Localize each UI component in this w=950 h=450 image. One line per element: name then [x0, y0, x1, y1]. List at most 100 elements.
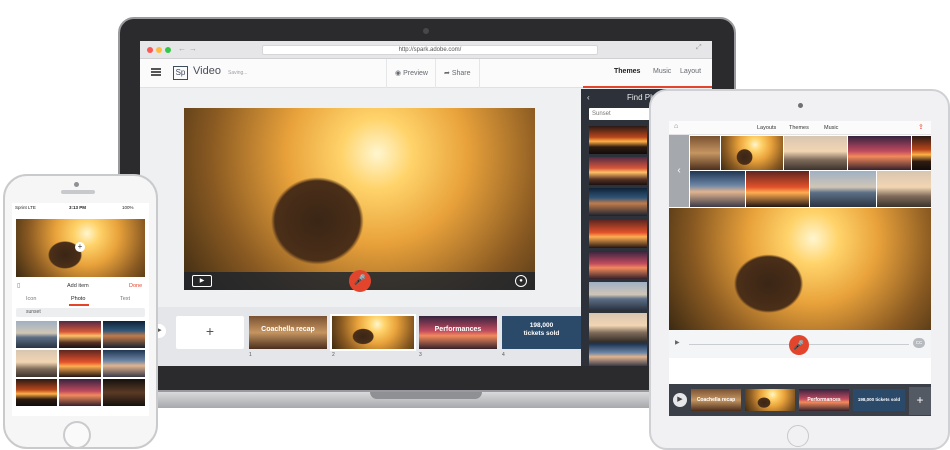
themes-tab[interactable]: Themes — [614, 68, 640, 75]
clock-text: 3:13 PM — [69, 205, 87, 210]
share-icon[interactable]: ⇪ — [918, 123, 924, 131]
add-item-title: Add item — [67, 283, 89, 289]
minimize-dot-icon[interactable] — [156, 47, 162, 53]
home-icon[interactable]: ⌂ — [674, 123, 678, 130]
tab-photo[interactable]: Photo — [71, 296, 85, 302]
slide-label: Performances — [434, 326, 482, 333]
browser-bar: ← → http://spark.adobe.com/ ⤢ — [140, 41, 712, 59]
photo-thumb[interactable] — [589, 126, 647, 154]
video-stage[interactable] — [184, 108, 535, 290]
preview-eye-icon[interactable]: ● — [515, 275, 527, 287]
carrier-text: Sprint LTE — [15, 205, 36, 210]
app-toolbar: Sp Video Saving... ◉ Preview ➦ Share The… — [140, 59, 712, 88]
photo-thumb[interactable] — [690, 171, 745, 207]
photo-thumb[interactable] — [721, 136, 783, 170]
laptop-screen: ← → http://spark.adobe.com/ ⤢ Sp Video S… — [140, 41, 712, 366]
preview-label: Preview — [403, 70, 428, 77]
slide-number: 4 — [502, 352, 505, 358]
photo-thumb[interactable] — [912, 136, 931, 170]
microphone-button[interactable]: 🎤 — [349, 270, 371, 292]
share-icon: ➦ — [444, 70, 452, 77]
photo-thumb[interactable] — [746, 171, 809, 207]
add-icon[interactable]: + — [75, 242, 85, 252]
photo-thumb[interactable] — [589, 344, 647, 366]
maximize-dot-icon[interactable] — [165, 47, 171, 53]
done-button[interactable]: Done — [129, 283, 142, 289]
photo-thumb[interactable] — [810, 171, 876, 207]
slide-thumb[interactable]: Coachella recap — [691, 389, 741, 411]
photo-thumb[interactable] — [59, 379, 101, 406]
url-bar[interactable]: http://spark.adobe.com/ — [262, 45, 598, 55]
phone-screen: Sprint LTE 3:13 PM 100% + ▯ Add item Don… — [12, 203, 149, 416]
phone-home-button[interactable] — [63, 421, 91, 449]
preview-button[interactable]: ◉ Preview — [386, 59, 436, 88]
status-bar: Sprint LTE 3:13 PM 100% — [12, 203, 149, 213]
eye-icon: ◉ — [395, 70, 404, 77]
phone-camera — [74, 182, 79, 187]
photo-thumb[interactable] — [16, 321, 57, 348]
play-icon[interactable]: ▶ — [675, 339, 680, 346]
filmstrip-play-icon[interactable]: ▶ — [673, 393, 687, 407]
captions-badge[interactable]: CC — [913, 338, 925, 348]
photo-thumb[interactable] — [589, 157, 647, 185]
close-dot-icon[interactable] — [147, 47, 153, 53]
photo-thumb[interactable] — [59, 321, 101, 348]
slide-thumb[interactable]: 198,000 tickets sold — [502, 316, 581, 349]
layout-icon[interactable]: ▯ — [17, 282, 20, 289]
photo-thumb[interactable] — [59, 350, 101, 377]
photo-thumb[interactable] — [784, 136, 847, 170]
photo-thumb[interactable] — [589, 251, 647, 279]
tablet-home-button[interactable] — [787, 425, 809, 447]
tab-text[interactable]: Text — [120, 296, 130, 302]
phone-search-text: sunset — [26, 309, 41, 315]
photo-thumb[interactable] — [589, 188, 647, 216]
menu-icon[interactable] — [151, 68, 161, 76]
photo-thumb[interactable] — [16, 379, 57, 406]
music-tab[interactable]: Music — [653, 68, 671, 75]
tablet-camera — [798, 103, 803, 108]
tab-icon[interactable]: Icon — [26, 296, 36, 302]
phone-search-input[interactable]: sunset — [16, 308, 145, 317]
photo-thumb[interactable] — [589, 220, 647, 248]
add-slide-button[interactable]: + — [909, 387, 931, 415]
slide-label: 198,000 tickets sold — [523, 322, 560, 337]
slide-number: 1 — [249, 352, 252, 358]
saving-status: Saving... — [228, 70, 248, 76]
slide-thumb[interactable] — [745, 389, 795, 411]
panel-back-icon[interactable]: ‹ — [669, 135, 689, 207]
photo-thumb[interactable] — [690, 136, 720, 170]
tablet-video-stage[interactable] — [669, 208, 931, 330]
photo-thumb[interactable] — [589, 282, 647, 310]
tab-layouts[interactable]: Layouts — [757, 125, 776, 131]
back-arrow-icon[interactable]: ← — [178, 44, 186, 53]
photo-thumb[interactable] — [103, 350, 145, 377]
slide-thumb[interactable]: Performances — [799, 389, 849, 411]
photo-thumb[interactable] — [589, 313, 647, 341]
photo-thumb[interactable] — [103, 379, 145, 406]
layout-tab[interactable]: Layout — [680, 68, 701, 75]
spark-logo: Sp — [173, 66, 188, 80]
slide-thumb-active[interactable] — [330, 314, 416, 351]
battery-text: 100% — [122, 205, 134, 210]
slide-thumb[interactable]: 198,000 tickets sold — [853, 389, 905, 411]
photo-thumb[interactable] — [16, 350, 57, 377]
photo-thumb[interactable] — [848, 136, 911, 170]
microphone-button[interactable]: 🎤 — [789, 335, 809, 355]
app-title: Video — [193, 65, 221, 77]
tablet-top-bar: ⌂ Layouts Themes Music ⇪ — [669, 121, 931, 135]
photo-thumb[interactable] — [877, 171, 931, 207]
tablet-screen: ⌂ Layouts Themes Music ⇪ ‹ ▶ CC 🎤 ▶ Coac… — [669, 121, 931, 416]
play-icon[interactable]: ▶ — [192, 275, 212, 287]
forward-arrow-icon[interactable]: → — [189, 44, 197, 53]
slide-thumb[interactable]: Coachella recap — [249, 316, 327, 349]
slide-thumb[interactable]: Performances — [419, 316, 497, 349]
add-slide-button[interactable]: + — [176, 316, 244, 349]
tab-themes[interactable]: Themes — [789, 125, 809, 131]
expand-icon[interactable]: ⤢ — [696, 44, 702, 52]
slide-number: 3 — [419, 352, 422, 358]
back-chevron-icon[interactable]: ‹ — [587, 89, 590, 107]
share-button[interactable]: ➦ Share — [435, 59, 480, 88]
tab-music[interactable]: Music — [824, 125, 838, 131]
slide-label: Coachella recap — [261, 326, 315, 333]
photo-thumb[interactable] — [103, 321, 145, 348]
